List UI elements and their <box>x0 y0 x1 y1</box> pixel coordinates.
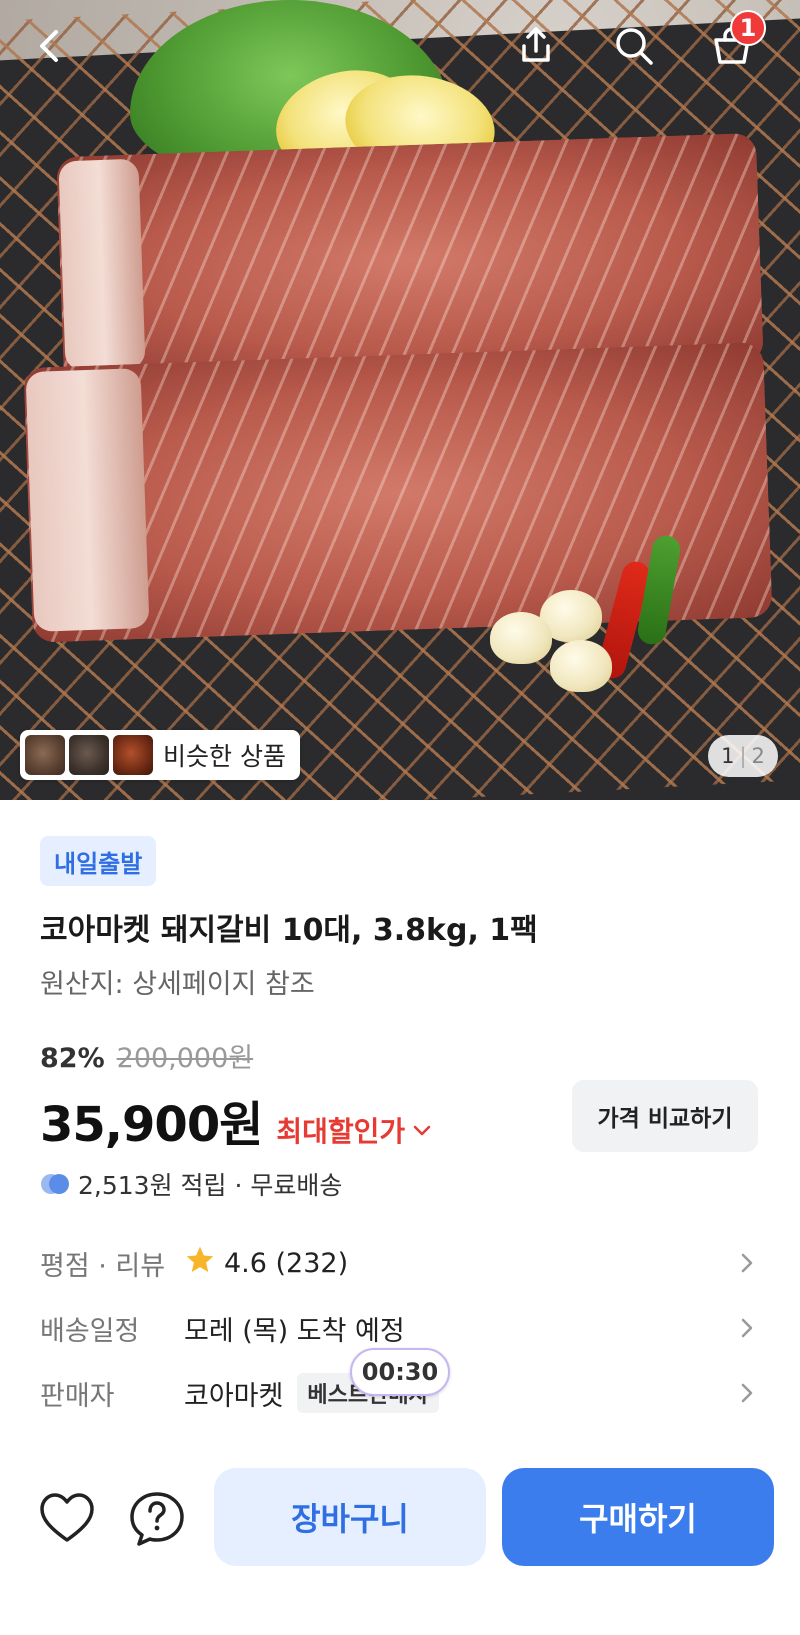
countdown-timer: 00:30 <box>350 1348 450 1396</box>
star-icon <box>184 1244 216 1283</box>
similar-product-thumbnail <box>113 735 153 775</box>
rating-row[interactable]: 평점 · 리뷰 4.6 (232) <box>40 1238 760 1288</box>
buy-now-button[interactable]: 구매하기 <box>502 1468 774 1566</box>
rating-value: 4.6 (232) <box>224 1247 349 1279</box>
sale-price: 35,900원 <box>40 1097 263 1153</box>
rating-value-group: 4.6 (232) <box>184 1244 348 1283</box>
product-title: 코아마켓 돼지갈비 10대, 3.8kg, 1팩 <box>40 913 538 948</box>
image-pager: 1 | 2 <box>708 735 778 777</box>
reward-coin-icon <box>41 1174 69 1194</box>
garlic-clove <box>490 612 552 664</box>
similar-products-label: 비슷한 상품 <box>163 742 286 771</box>
pager-total: 2 <box>751 744 765 768</box>
chevron-right-icon <box>741 1318 753 1338</box>
shipping-badge: 내일출발 <box>40 836 157 886</box>
add-to-cart-button[interactable]: 장바구니 <box>214 1468 486 1566</box>
delivery-label: 배송일정 <box>40 1315 140 1347</box>
pager-separator: | <box>739 744 747 768</box>
search-icon <box>616 28 653 65</box>
reward-text: 2,513원 적립 · 무료배송 <box>78 1171 343 1200</box>
chevron-down-icon <box>413 1125 431 1136</box>
cart-count-badge: 1 <box>730 10 766 46</box>
reward-row: 2,513원 적립 · 무료배송 <box>40 1166 342 1202</box>
price-compare-button[interactable]: 가격 비교하기 <box>572 1080 758 1152</box>
price-row: 35,900원 최대할인가 <box>40 1085 433 1155</box>
seller-name: 코아마켓 <box>184 1380 284 1412</box>
rating-label: 평점 · 리뷰 <box>40 1250 166 1282</box>
product-image[interactable] <box>0 0 800 800</box>
inquiry-button[interactable] <box>128 1490 186 1548</box>
question-bubble-icon <box>130 1492 184 1546</box>
back-button[interactable] <box>22 18 78 74</box>
heart-icon <box>40 1493 94 1542</box>
similar-product-thumbnail <box>25 735 65 775</box>
chevron-right-icon <box>741 1253 753 1273</box>
bottom-action-bar: 장바구니 구매하기 <box>0 1456 800 1576</box>
cart-nav-button[interactable]: 1 <box>704 10 766 74</box>
pager-current: 1 <box>721 744 735 768</box>
seller-label: 판매자 <box>40 1380 115 1412</box>
chevron-left-icon <box>40 30 58 62</box>
max-discount-label: 최대할인가 <box>276 1115 406 1148</box>
similar-product-thumbnail <box>69 735 109 775</box>
rib-bone <box>25 368 150 632</box>
discount-rate: 82% <box>40 1043 105 1074</box>
rib-bone <box>58 158 146 372</box>
similar-products-button[interactable]: 비슷한 상품 <box>20 730 300 780</box>
product-origin: 원산지: 상세페이지 참조 <box>40 969 315 1000</box>
search-button[interactable] <box>606 18 662 74</box>
share-button[interactable] <box>508 18 564 74</box>
delivery-value: 모레 (목) 도착 예정 <box>184 1315 405 1347</box>
share-icon <box>522 27 550 62</box>
discount-row: 82% 200,000원 <box>40 1036 253 1075</box>
wishlist-button[interactable] <box>38 1490 96 1548</box>
top-navigation: 1 <box>0 0 800 100</box>
max-discount-toggle[interactable]: 최대할인가 <box>276 1110 433 1150</box>
garlic-clove <box>550 640 612 692</box>
original-price: 200,000원 <box>116 1043 254 1074</box>
delivery-row[interactable]: 배송일정 모레 (목) 도착 예정 <box>40 1303 760 1353</box>
chevron-right-icon <box>741 1383 753 1403</box>
